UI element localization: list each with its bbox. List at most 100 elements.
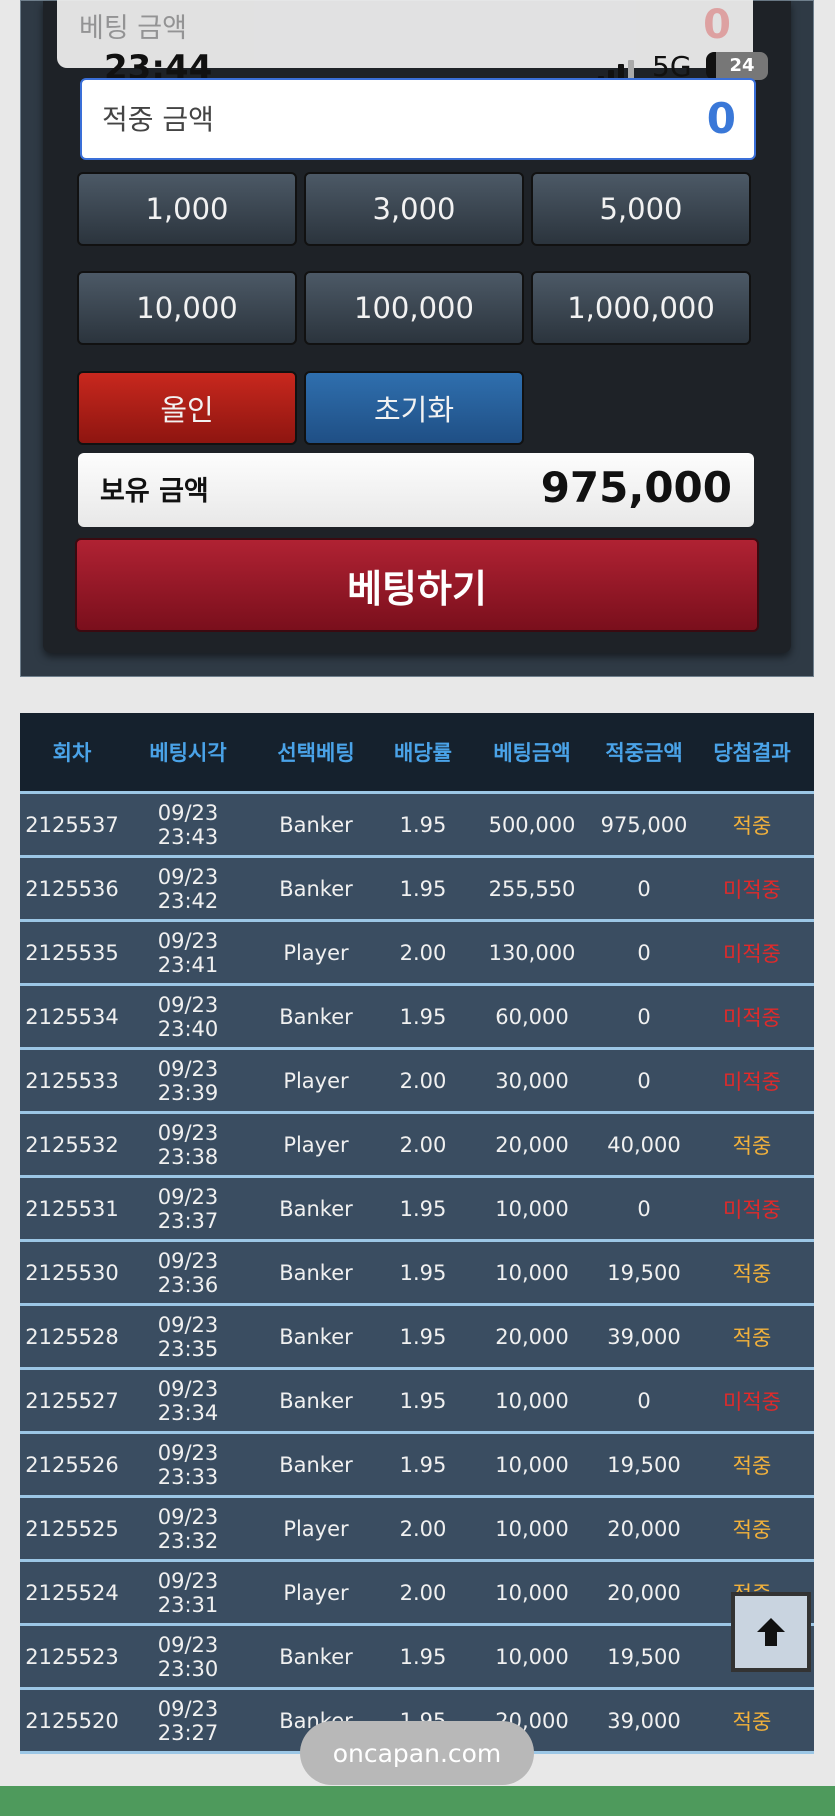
cell-pick: Banker [252, 1176, 380, 1242]
place-bet-button[interactable]: 베팅하기 [75, 538, 759, 632]
chip-button-3000[interactable]: 3,000 [304, 172, 524, 246]
cell-odds: 1.95 [380, 1176, 466, 1242]
cell-time: 09/23 23:33 [124, 1432, 252, 1498]
cell-time: 09/23 23:35 [124, 1304, 252, 1370]
cell-round: 2125526 [20, 1432, 124, 1498]
chip-button-10000[interactable]: 10,000 [77, 271, 297, 345]
cell-pick: Banker [252, 1304, 380, 1370]
cell-time: 09/23 23:42 [124, 856, 252, 922]
cell-bet: 10,000 [466, 1624, 598, 1690]
cell-bet: 10,000 [466, 1176, 598, 1242]
cell-win: 0 [598, 984, 690, 1050]
cell-win: 0 [598, 1176, 690, 1242]
cell-result: 적중 [690, 1688, 814, 1754]
cell-round: 2125532 [20, 1112, 124, 1178]
cell-win: 20,000 [598, 1496, 690, 1562]
cell-round: 2125537 [20, 792, 124, 858]
scroll-top-button[interactable] [731, 1592, 811, 1672]
allin-button[interactable]: 올인 [77, 371, 297, 445]
balance-label: 보유 금액 [100, 476, 209, 507]
cell-time: 09/23 23:40 [124, 984, 252, 1050]
cell-pick: Banker [252, 856, 380, 922]
cell-bet: 255,550 [466, 856, 598, 922]
cell-round: 2125531 [20, 1176, 124, 1242]
cell-bet: 130,000 [466, 920, 598, 986]
cell-result: 적중 [690, 1496, 814, 1562]
cell-odds: 1.95 [380, 1240, 466, 1306]
table-row: 2125536 09/23 23:42 Banker 1.95 255,550 0 미적중 [20, 856, 814, 922]
cell-win: 0 [598, 856, 690, 922]
cell-round: 2125524 [20, 1560, 124, 1626]
cell-time: 09/23 23:37 [124, 1176, 252, 1242]
cell-win: 39,000 [598, 1688, 690, 1754]
site-domain-badge[interactable]: oncapan.com [300, 1721, 534, 1785]
table-row: 2125527 09/23 23:34 Banker 1.95 10,000 0 미적중 [20, 1368, 814, 1434]
cell-odds: 1.95 [380, 1624, 466, 1690]
chip-button-100000[interactable]: 100,000 [304, 271, 524, 345]
arrow-up-icon [757, 1618, 785, 1646]
bet-history: 회차 베팅시각 선택베팅 배당률 베팅금액 적중금액 당첨결과 2125537 0… [20, 713, 814, 1754]
cell-pick: Player [252, 920, 380, 986]
header-time: 베팅시각 [124, 713, 252, 794]
cell-time: 09/23 23:34 [124, 1368, 252, 1434]
cell-win: 40,000 [598, 1112, 690, 1178]
cell-pick: Player [252, 1560, 380, 1626]
header-odds: 배당률 [380, 713, 466, 794]
table-row: 2125532 09/23 23:38 Player 2.00 20,000 40,000… [20, 1112, 814, 1178]
cell-round: 2125523 [20, 1624, 124, 1690]
cell-win: 0 [598, 1048, 690, 1114]
chip-button-1000[interactable]: 1,000 [77, 172, 297, 246]
cell-time: 09/23 23:39 [124, 1048, 252, 1114]
balance-value: 975,000 [540, 463, 732, 512]
cell-win: 19,500 [598, 1240, 690, 1306]
cell-round: 2125527 [20, 1368, 124, 1434]
footer-bar [0, 1786, 835, 1816]
chip-button-5000[interactable]: 5,000 [531, 172, 751, 246]
cell-time: 09/23 23:36 [124, 1240, 252, 1306]
cell-win: 19,500 [598, 1624, 690, 1690]
cell-pick: Player [252, 1496, 380, 1562]
cell-bet: 20,000 [466, 1112, 598, 1178]
header-result: 당첨결과 [690, 713, 814, 794]
cell-result: 적중 [690, 1240, 814, 1306]
cell-odds: 1.95 [380, 792, 466, 858]
cell-round: 2125533 [20, 1048, 124, 1114]
cell-bet: 10,000 [466, 1240, 598, 1306]
cell-odds: 2.00 [380, 1560, 466, 1626]
cell-odds: 2.00 [380, 1496, 466, 1562]
cell-round: 2125535 [20, 920, 124, 986]
cell-result: 미적중 [690, 920, 814, 986]
cell-bet: 500,000 [466, 792, 598, 858]
cell-round: 2125530 [20, 1240, 124, 1306]
cell-bet: 10,000 [466, 1432, 598, 1498]
table-row: 2125534 09/23 23:40 Banker 1.95 60,000 0 미적중 [20, 984, 814, 1050]
cell-pick: Banker [252, 984, 380, 1050]
cell-result: 미적중 [690, 1176, 814, 1242]
cell-result: 미적중 [690, 1368, 814, 1434]
win-amount-value: 0 [706, 94, 736, 143]
win-amount-display: 적중 금액 0 [80, 78, 756, 160]
cell-pick: Player [252, 1112, 380, 1178]
header-round: 회차 [20, 713, 124, 794]
cell-bet: 30,000 [466, 1048, 598, 1114]
cell-odds: 2.00 [380, 1048, 466, 1114]
cell-bet: 60,000 [466, 984, 598, 1050]
cell-round: 2125525 [20, 1496, 124, 1562]
cell-odds: 1.95 [380, 1432, 466, 1498]
cell-win: 39,000 [598, 1304, 690, 1370]
cell-result: 적중 [690, 1304, 814, 1370]
bet-history-table: 회차 베팅시각 선택베팅 배당률 베팅금액 적중금액 당첨결과 2125537 0… [20, 713, 814, 1754]
table-header-row: 회차 베팅시각 선택베팅 배당률 베팅금액 적중금액 당첨결과 [20, 713, 814, 794]
table-row: 2125524 09/23 23:31 Player 2.00 10,000 20,000… [20, 1560, 814, 1626]
cell-round: 2125528 [20, 1304, 124, 1370]
cell-result: 미적중 [690, 984, 814, 1050]
cell-result: 미적중 [690, 856, 814, 922]
reset-button[interactable]: 초기화 [304, 371, 524, 445]
cell-pick: Banker [252, 1368, 380, 1434]
table-row: 2125526 09/23 23:33 Banker 1.95 10,000 19,500… [20, 1432, 814, 1498]
chip-button-1000000[interactable]: 1,000,000 [531, 271, 751, 345]
cell-odds: 2.00 [380, 1112, 466, 1178]
cell-win: 20,000 [598, 1560, 690, 1626]
cell-result: 적중 [690, 1432, 814, 1498]
table-row: 2125525 09/23 23:32 Player 2.00 10,000 20,000… [20, 1496, 814, 1562]
